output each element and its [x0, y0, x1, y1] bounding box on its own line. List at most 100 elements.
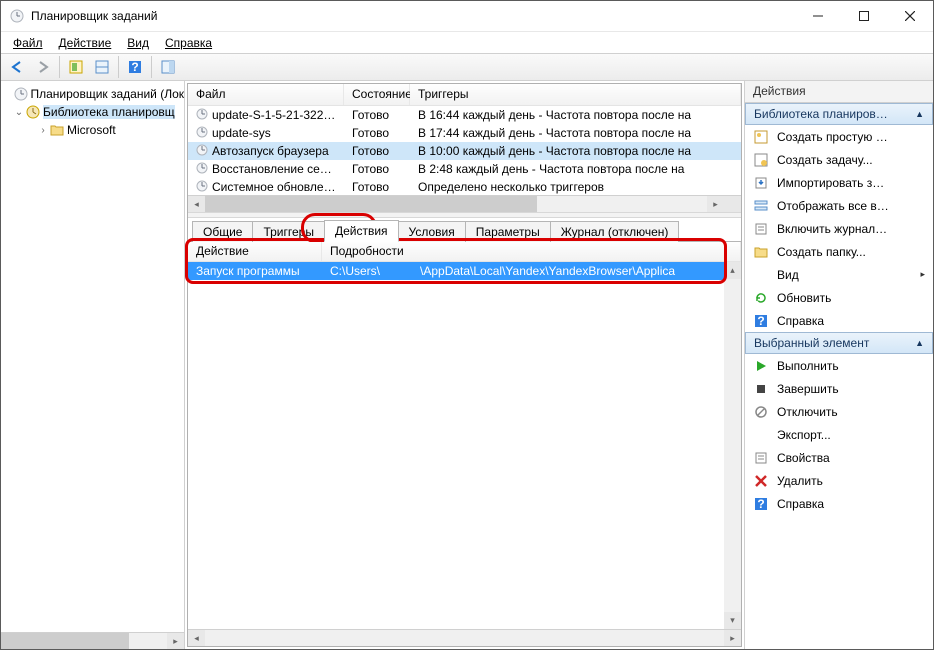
action-row[interactable]: Запуск программы C:\Users\ \AppData\Loca… — [188, 262, 741, 280]
actions-pane-toggle-button[interactable] — [156, 56, 180, 78]
minimize-button[interactable] — [795, 1, 841, 31]
action-label: Отключить — [777, 405, 838, 419]
action-help[interactable]: ?Справка — [745, 309, 933, 332]
toolbar: ? — [1, 53, 933, 81]
expand-icon[interactable]: › — [37, 125, 49, 136]
tree-library-label: Библиотека планировщ — [43, 105, 175, 119]
tab-general[interactable]: Общие — [192, 221, 253, 242]
task-row[interactable]: Восстановление се… Готово В 2:48 каждый … — [188, 160, 741, 178]
col-state[interactable]: Состояние — [344, 84, 410, 105]
tree-hscrollbar[interactable]: ▸ — [1, 632, 184, 649]
tab-history[interactable]: Журнал (отключен) — [550, 221, 680, 242]
task-icon — [753, 152, 769, 168]
scroll-right-icon[interactable]: ▸ — [167, 633, 184, 649]
scroll-down-icon[interactable]: ▾ — [724, 612, 741, 629]
action-import-task[interactable]: Импортировать з… — [745, 171, 933, 194]
submenu-arrow-icon: ▸ — [920, 269, 925, 280]
col-action[interactable]: Действие — [188, 242, 322, 261]
task-row-selected[interactable]: Автозапуск браузера Готово В 10:00 кажды… — [188, 142, 741, 160]
actions-section-selected[interactable]: Выбранный элемент ▲ — [745, 332, 933, 354]
action-end[interactable]: Завершить — [745, 377, 933, 400]
close-button[interactable] — [887, 1, 933, 31]
tab-triggers[interactable]: Триггеры — [252, 221, 325, 242]
action-export[interactable]: Экспорт... — [745, 423, 933, 446]
scroll-right-icon[interactable]: ▸ — [707, 196, 724, 212]
maximize-button[interactable] — [841, 1, 887, 31]
action-disable[interactable]: Отключить — [745, 400, 933, 423]
task-trigger: В 17:44 каждый день - Частота повтора по… — [410, 126, 741, 140]
list-icon — [753, 198, 769, 214]
action-help-2[interactable]: ? Справка — [745, 492, 933, 515]
task-trigger: В 16:44 каждый день - Частота повтора по… — [410, 108, 741, 122]
action-new-folder[interactable]: Создать папку... — [745, 240, 933, 263]
task-row[interactable]: update-sys Готово В 17:44 каждый день - … — [188, 124, 741, 142]
col-triggers[interactable]: Триггеры — [410, 84, 741, 105]
stop-icon — [753, 381, 769, 397]
action-refresh[interactable]: Обновить — [745, 286, 933, 309]
action-label: Справка — [777, 497, 824, 511]
task-name: Восстановление се… — [212, 162, 332, 176]
task-trigger: В 2:48 каждый день - Частота повтора пос… — [410, 162, 741, 176]
help-icon: ? — [753, 313, 769, 329]
back-button[interactable] — [5, 56, 29, 78]
run-icon — [753, 358, 769, 374]
action-properties[interactable]: Свойства — [745, 446, 933, 469]
chevron-up-icon: ▲ — [915, 338, 924, 348]
action-show-all-running[interactable]: Отображать все в… — [745, 194, 933, 217]
task-name: update-S-1-5-21-322… — [212, 108, 335, 122]
navigation-tree[interactable]: Планировщик заданий (Лок ⌄ Библиотека пл… — [1, 81, 184, 632]
action-view[interactable]: Вид ▸ — [745, 263, 933, 286]
help-button[interactable]: ? — [123, 56, 147, 78]
tab-conditions[interactable]: Условия — [398, 221, 466, 242]
action-delete[interactable]: Удалить — [745, 469, 933, 492]
scroll-up-icon[interactable]: ▴ — [724, 262, 741, 279]
action-create-basic-task[interactable]: Создать простую … — [745, 125, 933, 148]
scroll-left-icon[interactable]: ◂ — [188, 630, 205, 646]
scroll-right-icon[interactable]: ▸ — [724, 630, 741, 646]
details-pane-button[interactable] — [90, 56, 114, 78]
tab-actions[interactable]: Действия — [324, 220, 399, 242]
svg-text:?: ? — [757, 497, 764, 511]
tree-root[interactable]: Планировщик заданий (Лок — [1, 85, 184, 103]
action-create-task[interactable]: Создать задачу... — [745, 148, 933, 171]
action-label: Экспорт... — [777, 428, 831, 442]
task-row[interactable]: update-S-1-5-21-322… Готово В 16:44 кажд… — [188, 106, 741, 124]
show-hide-tree-button[interactable] — [64, 56, 88, 78]
action-enable-history[interactable]: Включить журнал… — [745, 217, 933, 240]
task-icon — [196, 108, 208, 123]
action-type: Запуск программы — [188, 264, 322, 278]
scrollbar-thumb[interactable] — [205, 196, 537, 212]
tree-microsoft[interactable]: › Microsoft — [1, 121, 184, 139]
menu-action[interactable]: Действие — [51, 34, 120, 52]
task-list-hscroll[interactable]: ◂ ▸ — [188, 195, 741, 212]
forward-button[interactable] — [31, 56, 55, 78]
actions-body[interactable]: Запуск программы C:\Users\ \AppData\Loca… — [188, 262, 741, 629]
tree-library[interactable]: ⌄ Библиотека планировщ — [1, 103, 184, 121]
scrollbar-thumb[interactable] — [1, 633, 129, 649]
menu-file[interactable]: Файл — [5, 34, 51, 52]
task-list: Файл Состояние Триггеры update-S-1-5-21-… — [188, 84, 741, 212]
col-details[interactable]: Подробности — [322, 242, 741, 261]
actions-section-library[interactable]: Библиотека планиров… ▲ — [745, 103, 933, 125]
action-run[interactable]: Выполнить — [745, 354, 933, 377]
col-file[interactable]: Файл — [188, 84, 344, 105]
delete-icon — [753, 473, 769, 489]
action-label: Вид — [777, 268, 799, 282]
task-row[interactable]: Системное обновле… Готово Определено нес… — [188, 178, 741, 195]
actions-pane: Действия Библиотека планиров… ▲ Создать … — [745, 81, 933, 649]
menu-help[interactable]: Справка — [157, 34, 220, 52]
action-label: Создать папку... — [777, 245, 866, 259]
scrollbar-track[interactable] — [724, 279, 741, 612]
tab-params[interactable]: Параметры — [465, 221, 551, 242]
actions-pane-title: Действия — [745, 81, 933, 103]
actions-hscroll[interactable]: ◂ ▸ — [188, 629, 741, 646]
task-state: Готово — [344, 144, 410, 158]
menu-view[interactable]: Вид — [119, 34, 157, 52]
actions-vscroll[interactable]: ▴ ▾ — [724, 262, 741, 629]
expand-icon[interactable]: ⌄ — [13, 107, 25, 118]
tree-microsoft-label: Microsoft — [67, 123, 116, 137]
library-icon — [25, 104, 41, 120]
scroll-left-icon[interactable]: ◂ — [188, 196, 205, 212]
task-list-body[interactable]: update-S-1-5-21-322… Готово В 16:44 кажд… — [188, 106, 741, 195]
tree-root-label: Планировщик заданий (Лок — [30, 87, 184, 101]
